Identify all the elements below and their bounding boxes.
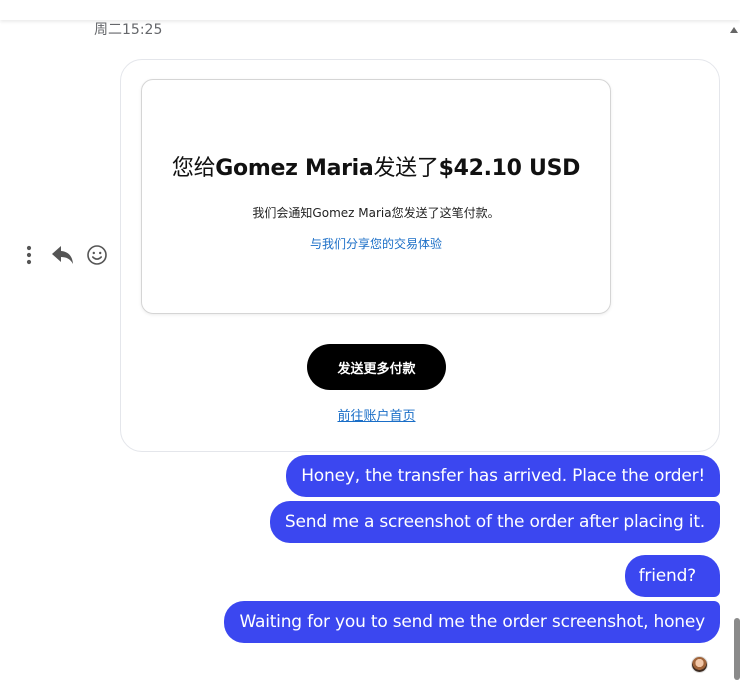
heading-mid: 发送了 (373, 156, 439, 181)
outgoing-message[interactable]: Waiting for you to send me the order scr… (224, 601, 720, 643)
read-receipt-avatar (691, 656, 708, 673)
payment-heading: 您给Gomez Maria发送了$42.10 USD (142, 150, 610, 182)
payment-amount: $42.10 USD (438, 156, 581, 181)
message-actions (16, 240, 118, 270)
payment-notice: 我们会通知Gomez Maria您发送了这笔付款。 (252, 206, 500, 220)
outgoing-message[interactable]: Send me a screenshot of the order after … (269, 501, 720, 543)
recipient-name: Gomez Maria (215, 156, 374, 181)
more-options-icon[interactable] (16, 240, 42, 270)
scroll-up-arrow-icon[interactable] (730, 27, 738, 33)
share-experience-link[interactable]: 与我们分享您的交易体验 (142, 235, 610, 252)
message-timestamp: 周二15:25 (94, 22, 163, 38)
outgoing-message[interactable]: Honey, the transfer has arrived. Place t… (286, 455, 720, 497)
top-bar-edge (0, 0, 740, 20)
scrollbar-thumb[interactable] (734, 618, 740, 680)
account-home-link[interactable]: 前往账户首页 (121, 405, 632, 424)
send-more-payment-button[interactable]: 发送更多付款 (307, 344, 446, 390)
reply-icon[interactable] (50, 240, 76, 270)
payment-message-card: 您给Gomez Maria发送了$42.10 USD 我们会通知Gomez Ma… (120, 59, 720, 452)
react-emoji-icon[interactable] (84, 240, 110, 270)
outgoing-message[interactable]: friend? (624, 555, 720, 597)
payment-confirmation-box: 您给Gomez Maria发送了$42.10 USD 我们会通知Gomez Ma… (141, 79, 611, 314)
heading-prefix: 您给 (171, 156, 216, 181)
